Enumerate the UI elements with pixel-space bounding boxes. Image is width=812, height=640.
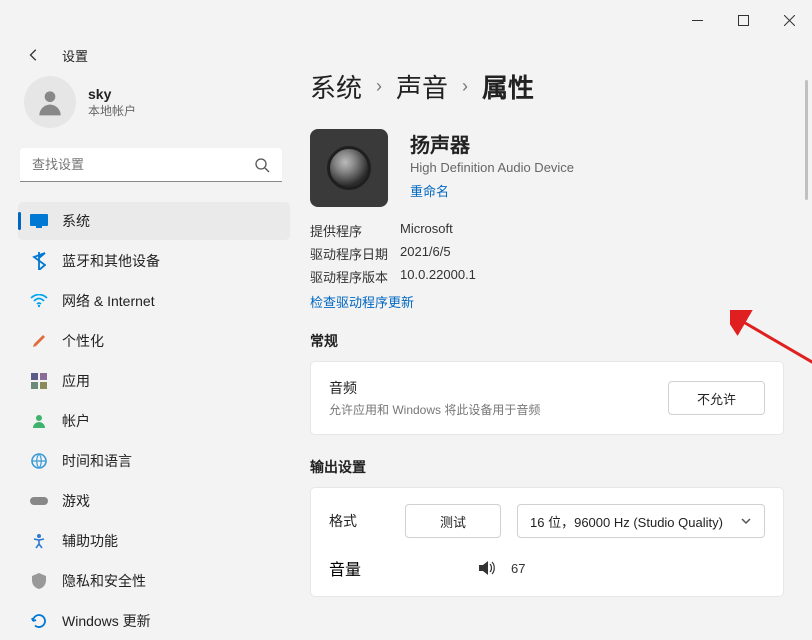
nav: 系统 蓝牙和其他设备 网络 & Internet 个性化 应用 <box>18 202 290 640</box>
chevron-down-icon <box>740 515 752 527</box>
sidebar-item-label: 网络 & Internet <box>62 291 155 311</box>
breadcrumb-sound[interactable]: 声音 <box>396 68 448 105</box>
sidebar-item-label: 系统 <box>62 211 90 231</box>
search-input[interactable] <box>20 148 282 182</box>
sidebar-item-accounts[interactable]: 帐户 <box>18 402 290 440</box>
sidebar-item-privacy[interactable]: 隐私和安全性 <box>18 562 290 600</box>
sidebar-item-update[interactable]: Windows 更新 <box>18 602 290 640</box>
output-card: 格式 测试 16 位，96000 Hz (Studio Quality) 音量 … <box>310 487 784 597</box>
sidebar-item-bluetooth[interactable]: 蓝牙和其他设备 <box>18 242 290 280</box>
user-name: sky <box>88 86 136 102</box>
sidebar-item-time[interactable]: 时间和语言 <box>18 442 290 480</box>
format-label: 格式 <box>329 511 389 531</box>
chevron-right-icon: › <box>462 76 468 97</box>
audio-title: 音频 <box>329 378 540 398</box>
device-title: 扬声器 <box>410 129 574 158</box>
format-value: 16 位，96000 Hz (Studio Quality) <box>530 512 723 531</box>
section-general: 常规 <box>310 325 784 361</box>
close-button[interactable] <box>766 5 812 35</box>
driver-version-label: 驱动程序版本 <box>310 267 400 286</box>
volume-value: 67 <box>511 561 525 576</box>
test-button[interactable]: 测试 <box>405 504 501 538</box>
scrollbar[interactable] <box>805 80 808 200</box>
sidebar-item-apps[interactable]: 应用 <box>18 362 290 400</box>
sidebar-item-system[interactable]: 系统 <box>18 202 290 240</box>
audio-subtitle: 允许应用和 Windows 将此设备用于音频 <box>329 401 540 418</box>
sidebar-item-label: 隐私和安全性 <box>62 571 146 591</box>
bluetooth-icon <box>30 252 48 270</box>
brush-icon <box>30 332 48 350</box>
titlebar <box>0 0 812 40</box>
person-icon <box>30 412 48 430</box>
sidebar-item-label: 游戏 <box>62 491 90 511</box>
display-icon <box>30 212 48 230</box>
device-subtitle: High Definition Audio Device <box>410 160 574 175</box>
main: 系统 › 声音 › 属性 扬声器 High Definition Audio D… <box>300 60 812 640</box>
sidebar-item-personalize[interactable]: 个性化 <box>18 322 290 360</box>
sidebar-item-label: 辅助功能 <box>62 531 118 551</box>
provider-label: 提供程序 <box>310 221 400 240</box>
sidebar-item-label: Windows 更新 <box>62 611 151 631</box>
search-box[interactable] <box>20 148 282 182</box>
breadcrumb: 系统 › 声音 › 属性 <box>310 64 784 129</box>
globe-icon <box>30 452 48 470</box>
rename-link[interactable]: 重命名 <box>410 181 574 200</box>
volume-icon <box>477 559 495 577</box>
maximize-button[interactable] <box>720 5 766 35</box>
breadcrumb-system[interactable]: 系统 <box>310 68 362 105</box>
sidebar: sky 本地帐户 系统 蓝牙和其他设备 网络 & <box>0 60 300 640</box>
user-subtitle: 本地帐户 <box>88 102 136 119</box>
apps-icon <box>30 372 48 390</box>
check-driver-updates-link[interactable]: 检查驱动程序更新 <box>310 290 414 325</box>
provider-value: Microsoft <box>400 221 784 240</box>
chevron-right-icon: › <box>376 76 382 97</box>
user-block[interactable]: sky 本地帐户 <box>18 70 290 146</box>
sidebar-item-label: 帐户 <box>62 411 90 431</box>
gamepad-icon <box>30 492 48 510</box>
deny-button[interactable]: 不允许 <box>668 381 765 415</box>
sidebar-item-network[interactable]: 网络 & Internet <box>18 282 290 320</box>
sidebar-item-label: 应用 <box>62 371 90 391</box>
sidebar-item-label: 个性化 <box>62 331 104 351</box>
minimize-button[interactable] <box>674 5 720 35</box>
audio-card: 音频 允许应用和 Windows 将此设备用于音频 不允许 <box>310 361 784 435</box>
driver-date-value: 2021/6/5 <box>400 244 784 263</box>
volume-label: 音量 <box>329 556 361 580</box>
section-output: 输出设置 <box>310 435 784 487</box>
breadcrumb-properties: 属性 <box>482 68 534 105</box>
driver-info: 提供程序 Microsoft 驱动程序日期 2021/6/5 驱动程序版本 10… <box>310 221 784 290</box>
device-header: 扬声器 High Definition Audio Device 重命名 <box>310 129 784 221</box>
sidebar-item-gaming[interactable]: 游戏 <box>18 482 290 520</box>
update-icon <box>30 612 48 630</box>
driver-date-label: 驱动程序日期 <box>310 244 400 263</box>
accessibility-icon <box>30 532 48 550</box>
shield-icon <box>30 572 48 590</box>
search-icon <box>254 157 270 173</box>
format-select[interactable]: 16 位，96000 Hz (Studio Quality) <box>517 504 765 538</box>
sidebar-item-label: 时间和语言 <box>62 451 132 471</box>
avatar <box>24 76 76 128</box>
sidebar-item-accessibility[interactable]: 辅助功能 <box>18 522 290 560</box>
speaker-icon <box>310 129 388 207</box>
wifi-icon <box>30 292 48 310</box>
driver-version-value: 10.0.22000.1 <box>400 267 784 286</box>
sidebar-item-label: 蓝牙和其他设备 <box>62 251 160 271</box>
